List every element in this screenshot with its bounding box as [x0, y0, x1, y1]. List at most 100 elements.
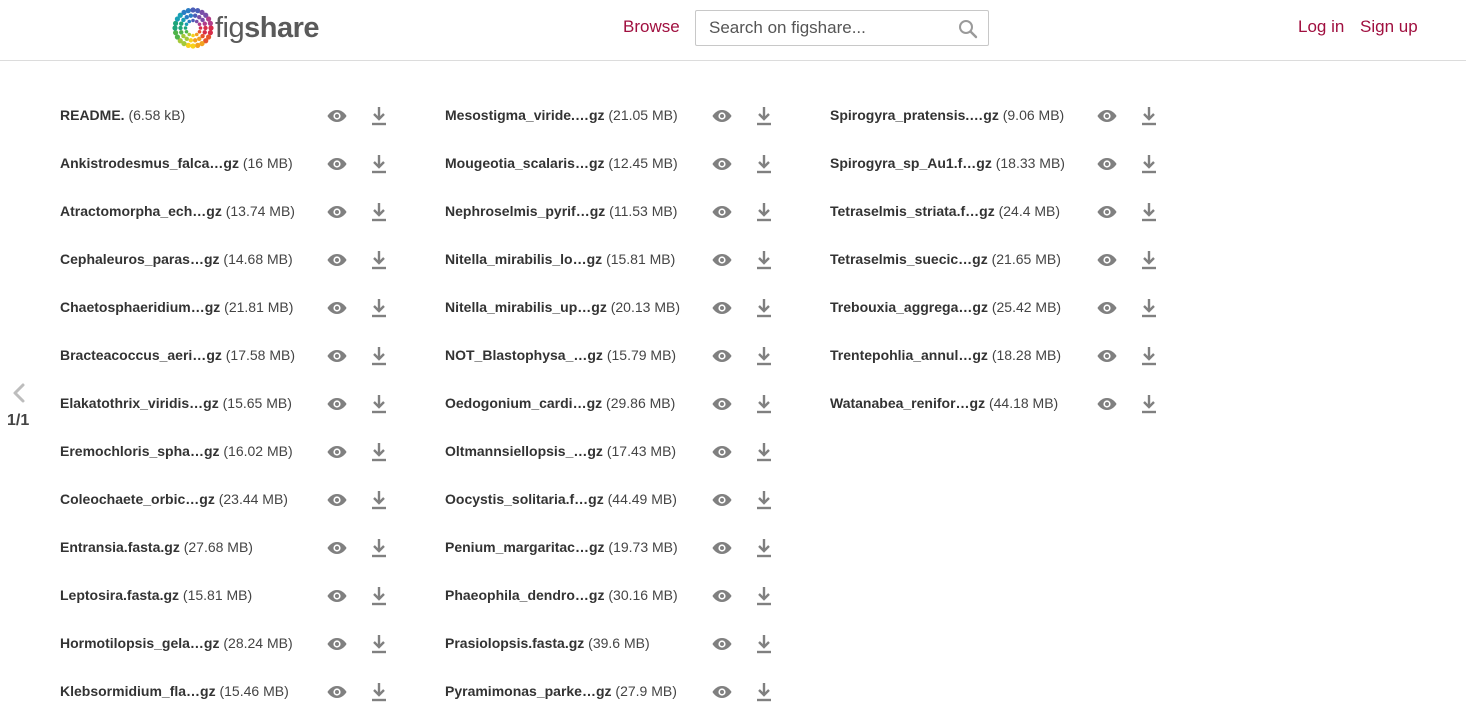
file-name[interactable]: Pyramimonas_parke…gz (27.9 MB)	[445, 683, 677, 699]
eye-icon[interactable]	[712, 540, 732, 556]
eye-icon[interactable]	[1097, 156, 1117, 172]
download-icon[interactable]	[371, 346, 387, 366]
download-icon[interactable]	[1141, 106, 1157, 126]
download-icon[interactable]	[371, 538, 387, 558]
file-name[interactable]: Oedogonium_cardi…gz (29.86 MB)	[445, 395, 675, 411]
file-name[interactable]: Oocystis_solitaria.f…gz (44.49 MB)	[445, 491, 677, 507]
eye-icon[interactable]	[327, 348, 347, 364]
download-icon[interactable]	[756, 634, 772, 654]
file-name[interactable]: Tetraselmis_striata.f…gz (24.4 MB)	[830, 203, 1060, 219]
download-icon[interactable]	[1141, 298, 1157, 318]
download-icon[interactable]	[371, 250, 387, 270]
eye-icon[interactable]	[1097, 396, 1117, 412]
download-icon[interactable]	[1141, 346, 1157, 366]
file-name[interactable]: Coleochaete_orbic…gz (23.44 MB)	[60, 491, 288, 507]
eye-icon[interactable]	[327, 396, 347, 412]
download-icon[interactable]	[371, 442, 387, 462]
eye-icon[interactable]	[712, 588, 732, 604]
download-icon[interactable]	[371, 682, 387, 702]
download-icon[interactable]	[756, 538, 772, 558]
download-icon[interactable]	[756, 682, 772, 702]
file-name[interactable]: Klebsormidium_fla…gz (15.46 MB)	[60, 683, 289, 699]
download-icon[interactable]	[756, 394, 772, 414]
file-name[interactable]: Bracteacoccus_aeri…gz (17.58 MB)	[60, 347, 295, 363]
download-icon[interactable]	[371, 586, 387, 606]
download-icon[interactable]	[1141, 250, 1157, 270]
eye-icon[interactable]	[712, 108, 732, 124]
eye-icon[interactable]	[327, 588, 347, 604]
file-name[interactable]: Spirogyra_pratensis.…gz (9.06 MB)	[830, 107, 1064, 123]
file-name[interactable]: Hormotilopsis_gela…gz (28.24 MB)	[60, 635, 293, 651]
file-name[interactable]: Ankistrodesmus_falca…gz (16 MB)	[60, 155, 293, 171]
download-icon[interactable]	[1141, 154, 1157, 174]
file-name[interactable]: Atractomorpha_ech…gz (13.74 MB)	[60, 203, 295, 219]
download-icon[interactable]	[1141, 202, 1157, 222]
chevron-left-icon[interactable]	[11, 382, 27, 404]
file-name[interactable]: Trentepohlia_annul…gz (18.28 MB)	[830, 347, 1061, 363]
download-icon[interactable]	[371, 394, 387, 414]
download-icon[interactable]	[756, 202, 772, 222]
download-icon[interactable]	[371, 634, 387, 654]
file-name[interactable]: Penium_margaritac…gz (19.73 MB)	[445, 539, 678, 555]
file-name[interactable]: Spirogyra_sp_Au1.f…gz (18.33 MB)	[830, 155, 1065, 171]
download-icon[interactable]	[756, 490, 772, 510]
eye-icon[interactable]	[327, 444, 347, 460]
file-name[interactable]: Oltmannsiellopsis_…gz (17.43 MB)	[445, 443, 676, 459]
download-icon[interactable]	[756, 250, 772, 270]
eye-icon[interactable]	[327, 108, 347, 124]
file-name[interactable]: Eremochloris_spha…gz (16.02 MB)	[60, 443, 293, 459]
download-icon[interactable]	[756, 586, 772, 606]
eye-icon[interactable]	[712, 300, 732, 316]
eye-icon[interactable]	[327, 636, 347, 652]
download-icon[interactable]	[371, 298, 387, 318]
download-icon[interactable]	[756, 346, 772, 366]
file-name[interactable]: Mesostigma_viride.…gz (21.05 MB)	[445, 107, 678, 123]
figshare-logo[interactable]: figshare	[172, 7, 320, 49]
browse-link[interactable]: Browse	[623, 17, 680, 37]
eye-icon[interactable]	[1097, 204, 1117, 220]
file-name[interactable]: Nitella_mirabilis_lo…gz (15.81 MB)	[445, 251, 675, 267]
file-name[interactable]: NOT_Blastophysa_…gz (15.79 MB)	[445, 347, 676, 363]
file-name[interactable]: Nitella_mirabilis_up…gz (20.13 MB)	[445, 299, 680, 315]
search-icon[interactable]	[958, 19, 978, 39]
file-name[interactable]: Elakatothrix_viridis…gz (15.65 MB)	[60, 395, 292, 411]
eye-icon[interactable]	[327, 156, 347, 172]
eye-icon[interactable]	[1097, 252, 1117, 268]
file-name[interactable]: Mougeotia_scalaris…gz (12.45 MB)	[445, 155, 678, 171]
eye-icon[interactable]	[712, 156, 732, 172]
download-icon[interactable]	[756, 106, 772, 126]
eye-icon[interactable]	[712, 492, 732, 508]
file-name[interactable]: Leptosira.fasta.gz (15.81 MB)	[60, 587, 252, 603]
eye-icon[interactable]	[327, 540, 347, 556]
eye-icon[interactable]	[712, 636, 732, 652]
file-name[interactable]: Watanabea_renifor…gz (44.18 MB)	[830, 395, 1058, 411]
file-name[interactable]: README. (6.58 kB)	[60, 107, 185, 123]
file-name[interactable]: Chaetosphaeridium…gz (21.81 MB)	[60, 299, 293, 315]
download-icon[interactable]	[756, 298, 772, 318]
eye-icon[interactable]	[712, 348, 732, 364]
file-name[interactable]: Entransia.fasta.gz (27.68 MB)	[60, 539, 253, 555]
download-icon[interactable]	[371, 490, 387, 510]
eye-icon[interactable]	[712, 396, 732, 412]
eye-icon[interactable]	[327, 252, 347, 268]
eye-icon[interactable]	[712, 252, 732, 268]
file-name[interactable]: Prasiolopsis.fasta.gz (39.6 MB)	[445, 635, 650, 651]
search-input[interactable]	[696, 11, 959, 45]
eye-icon[interactable]	[1097, 348, 1117, 364]
eye-icon[interactable]	[712, 204, 732, 220]
eye-icon[interactable]	[327, 204, 347, 220]
download-icon[interactable]	[1141, 394, 1157, 414]
download-icon[interactable]	[756, 154, 772, 174]
eye-icon[interactable]	[1097, 108, 1117, 124]
download-icon[interactable]	[371, 106, 387, 126]
eye-icon[interactable]	[327, 492, 347, 508]
file-name[interactable]: Cephaleuros_paras…gz (14.68 MB)	[60, 251, 293, 267]
eye-icon[interactable]	[712, 444, 732, 460]
eye-icon[interactable]	[327, 684, 347, 700]
file-name[interactable]: Tetraselmis_suecic…gz (21.65 MB)	[830, 251, 1061, 267]
eye-icon[interactable]	[327, 300, 347, 316]
download-icon[interactable]	[371, 154, 387, 174]
signup-link[interactable]: Sign up	[1360, 17, 1418, 37]
eye-icon[interactable]	[712, 684, 732, 700]
file-name[interactable]: Nephroselmis_pyrif…gz (11.53 MB)	[445, 203, 677, 219]
